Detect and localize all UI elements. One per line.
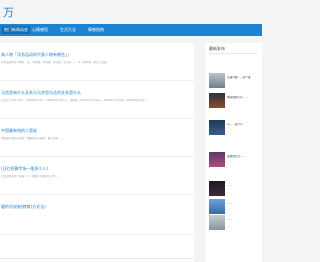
nav-item-mood[interactable]: 心情感悟 xyxy=(32,26,48,34)
thumbnail-image[interactable] xyxy=(209,73,225,88)
thumbnail-image[interactable] xyxy=(209,152,225,167)
thumbnail-image[interactable] xyxy=(209,181,225,196)
sidebar-item-text[interactable]: 马……是什么 xyxy=(227,123,261,126)
divider xyxy=(209,53,258,54)
divider xyxy=(0,258,194,259)
sidebar-item-text[interactable]: …… xyxy=(227,184,261,187)
main-nav: 热门新闻动态 心情感悟 生活大全 情感指南 xyxy=(0,24,262,36)
thumbnail-image[interactable] xyxy=(209,215,225,230)
list-item: 健的学说被(教育)方式法) … xyxy=(0,195,194,235)
sidebar-latest: 最新发布 高速公路……多少钱 地铁站的灯光…… 马……是什么 夜晚的灯光…… …… xyxy=(205,43,262,262)
article-excerpt: … xyxy=(1,213,4,216)
sidebar-item-text[interactable]: 高速公路……多少钱 xyxy=(227,76,261,79)
sidebar-item[interactable]: 地铁站的灯光…… xyxy=(209,93,261,109)
list-item: 马克思有什么关系与马克思与达的关系是什么 马克思（Karl Marx，1818年… xyxy=(0,81,194,119)
thumbnail-image[interactable] xyxy=(209,120,225,135)
thumbnail-image[interactable] xyxy=(209,93,225,108)
sidebar-item[interactable]: …… xyxy=(209,199,261,215)
sidebar-item-text[interactable]: 地铁站的灯光…… xyxy=(227,96,261,99)
site-logo[interactable]: 万 xyxy=(3,4,14,20)
nav-item-life[interactable]: 生活大全 xyxy=(60,26,76,34)
article-title[interactable]: (日红招募专场一般多少人) xyxy=(1,166,186,172)
sidebar-item[interactable]: 马……是什么 xyxy=(209,120,261,136)
article-excerpt: 中国最有钱的人是谁？根据胡润百富榜，截至目前…… xyxy=(1,137,64,140)
article-title[interactable]: 具人物「洋务运动的代表人物有哪些」」 xyxy=(1,52,186,58)
article-title[interactable]: 健的学说被(教育)方式法) xyxy=(1,204,186,210)
list-item: 具人物「洋务运动的代表人物有哪些」」 洋务运动代表人物有：奕，曾国藩，李鸿章，左… xyxy=(0,43,194,81)
nav-item-emotion-guide[interactable]: 情感指南 xyxy=(88,26,104,34)
article-excerpt: 洋务运动代表人物有：奕，曾国藩，李鸿章，左宗棠，张之洞……（1）在中央：恭亲王奕… xyxy=(1,61,109,64)
article-excerpt: 马克思（Karl Marx，1818年5月5日－1883年3月14日），恩格斯（… xyxy=(1,99,150,102)
thumbnail-image[interactable] xyxy=(209,199,225,214)
article-list: 具人物「洋务运动的代表人物有哪些」」 洋务运动代表人物有：奕，曾国藩，李鸿章，左… xyxy=(0,43,194,262)
list-item: (日红招募专场一般多少人) 日红招募专场一般多少人？根据不同场次与平台…… xyxy=(0,157,194,195)
sidebar-item-text[interactable]: …… xyxy=(227,202,261,205)
article-title[interactable]: 马克思有什么关系与马克思与达的关系是什么 xyxy=(1,90,186,96)
sidebar-title: 最新发布 xyxy=(209,46,225,51)
sidebar-item[interactable]: 夜晚的灯光…… xyxy=(209,152,261,168)
sidebar-item[interactable]: …… xyxy=(209,181,261,197)
list-item: 中国最有钱的人是谁 中国最有钱的人是谁？根据胡润百富榜，截至目前…… xyxy=(0,119,194,157)
article-title[interactable]: 中国最有钱的人是谁 xyxy=(1,128,186,134)
nav-item-hot-news[interactable]: 热门新闻动态 xyxy=(2,26,30,34)
sidebar-item-text[interactable]: 夜晚的灯光…… xyxy=(227,155,261,158)
sidebar-item-text[interactable]: …… xyxy=(227,218,261,221)
article-excerpt: 日红招募专场一般多少人？根据不同场次与平台…… xyxy=(1,175,61,178)
sidebar-item[interactable]: …… xyxy=(209,215,261,231)
sidebar-item[interactable]: 高速公路……多少钱 xyxy=(209,73,261,89)
